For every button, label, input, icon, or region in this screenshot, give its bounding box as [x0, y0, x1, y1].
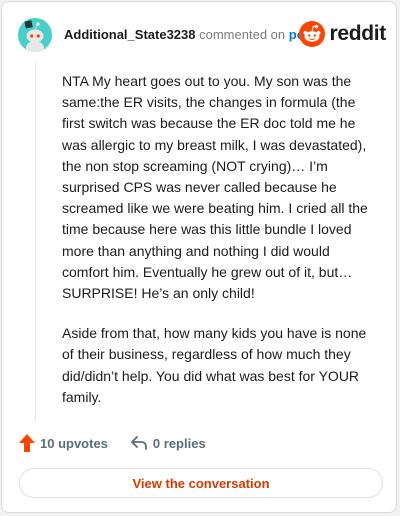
upvote-arrow-icon: [19, 434, 35, 452]
brand-wordmark: reddit: [329, 22, 386, 45]
comment-meta: Additional_State3238 commented on post: [64, 27, 316, 42]
reply-arrow-icon: [131, 436, 147, 450]
reddit-logo-icon: [299, 21, 326, 47]
avatar[interactable]: [18, 18, 52, 52]
upvote-count: 10 upvotes: [40, 435, 108, 451]
comment-paragraph: Aside from that, how many kids you have …: [62, 325, 367, 405]
action-text: commented on: [199, 27, 286, 42]
thread-line: [35, 62, 36, 422]
comment-body: NTA My heart goes out to you. My son was…: [62, 71, 370, 427]
comment-paragraph: NTA My heart goes out to you. My son was…: [62, 73, 368, 302]
username[interactable]: Additional_State3238: [64, 27, 196, 42]
comment-actions: 10 upvotes 0 replies: [19, 432, 206, 454]
view-conversation-button[interactable]: View the conversation: [19, 468, 383, 498]
comment-header: Additional_State3238 commented on post r…: [18, 18, 386, 54]
upvote-button[interactable]: 10 upvotes: [19, 434, 108, 452]
reply-button[interactable]: 0 replies: [130, 435, 206, 451]
snoo-avatar-icon: [18, 18, 52, 52]
reply-count: 0 replies: [152, 435, 206, 451]
comment-card: Additional_State3238 commented on post r…: [1, 1, 397, 513]
reddit-brand[interactable]: reddit: [299, 20, 386, 48]
